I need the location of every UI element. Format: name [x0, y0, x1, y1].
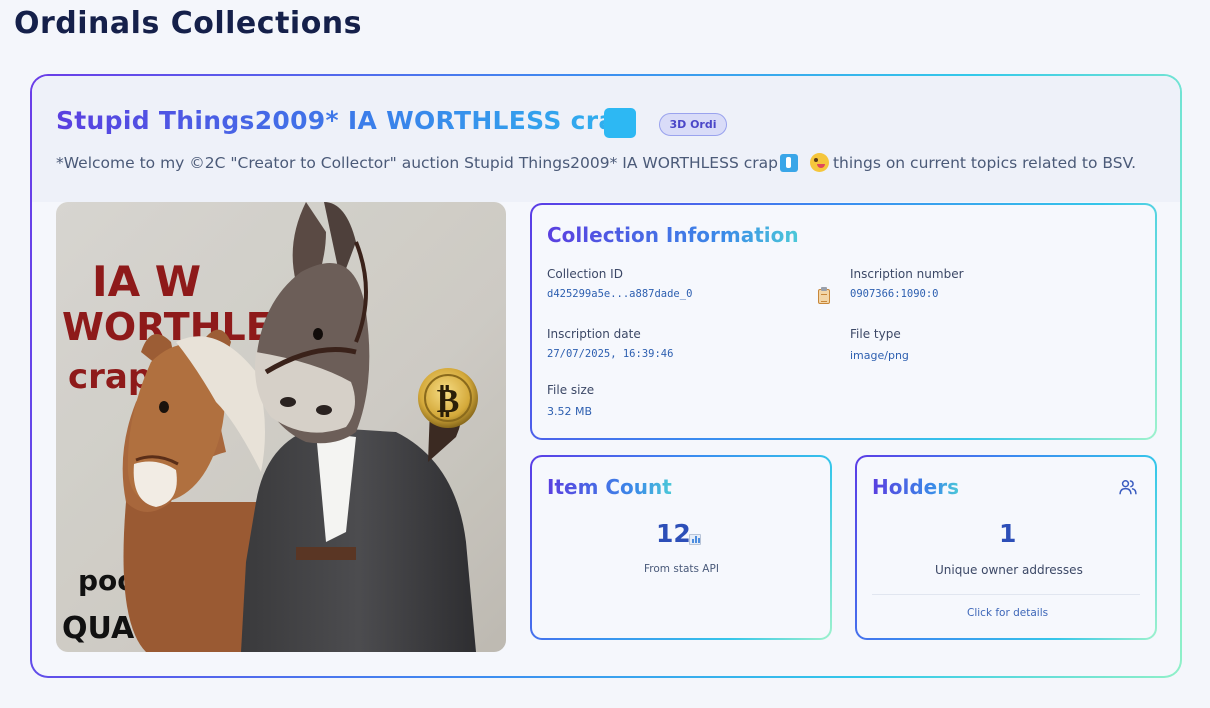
- graffiti-line-1: IA W: [92, 257, 201, 306]
- holders-panel[interactable]: Holders 1 Unique owner addresses Click f…: [855, 455, 1157, 640]
- graffiti-line-3: crap: [68, 357, 152, 397]
- item-count-panel: Item Count 12 From stats API: [530, 455, 832, 640]
- holders-value: 1: [999, 519, 1017, 548]
- file-type-label: File type: [850, 327, 901, 341]
- description-text-end: things on current topics related to BSV.: [832, 153, 1137, 172]
- bitcoin-coin: ₿: [418, 368, 478, 428]
- zany-face-emoji-icon: [809, 153, 829, 172]
- file-size-value: 3.52 MB: [547, 405, 593, 418]
- holders-divider: [872, 594, 1140, 595]
- blue-square-icon: [604, 108, 636, 138]
- item-count-title: Item Count: [547, 475, 672, 499]
- holders-caption: Unique owner addresses: [935, 563, 1083, 577]
- inscription-date-value: 27/07/2025, 16:39:46: [547, 348, 674, 360]
- collection-header: Stupid Things2009* IA WORTHLESS crap 3D …: [32, 76, 1180, 202]
- description-text-start: *Welcome to my ©2C "Creator to Collector…: [56, 153, 778, 172]
- file-type-value: image/png: [850, 349, 909, 362]
- bar-chart-icon: [689, 534, 701, 545]
- collection-id-label: Collection ID: [547, 267, 623, 281]
- collection-info-title: Collection Information: [547, 223, 799, 247]
- collection-title: Stupid Things2009* IA WORTHLESS crap: [56, 106, 634, 135]
- item-count-caption: From stats API: [644, 563, 719, 575]
- collection-image[interactable]: IA W WORTHLESS crap ! poor QUALITY!: [56, 202, 506, 652]
- collection-badge: 3D Ordi: [659, 113, 727, 136]
- users-icon: [1119, 480, 1137, 495]
- holders-title: Holders: [872, 475, 959, 499]
- inscription-date-label: Inscription date: [547, 327, 641, 341]
- page-title: Ordinals Collections: [14, 6, 363, 41]
- collection-card: Stupid Things2009* IA WORTHLESS crap 3D …: [30, 74, 1182, 678]
- collection-description: *Welcome to my ©2C "Creator to Collector…: [56, 153, 1136, 172]
- inscription-number-value: 0907366:1090:0: [850, 288, 939, 300]
- accessibility-emoji-icon: [779, 153, 798, 172]
- holders-details-link[interactable]: Click for details: [967, 607, 1048, 619]
- inscription-number-label: Inscription number: [850, 267, 964, 281]
- file-size-label: File size: [547, 383, 595, 397]
- clipboard-icon[interactable]: [818, 287, 830, 304]
- bitcoin-symbol: ₿: [437, 381, 460, 421]
- collection-id-value: d425299a5e...a887dade_0: [547, 288, 693, 300]
- collection-info-panel: Collection Information Collection ID d42…: [530, 203, 1157, 440]
- item-count-value: 12: [656, 519, 691, 548]
